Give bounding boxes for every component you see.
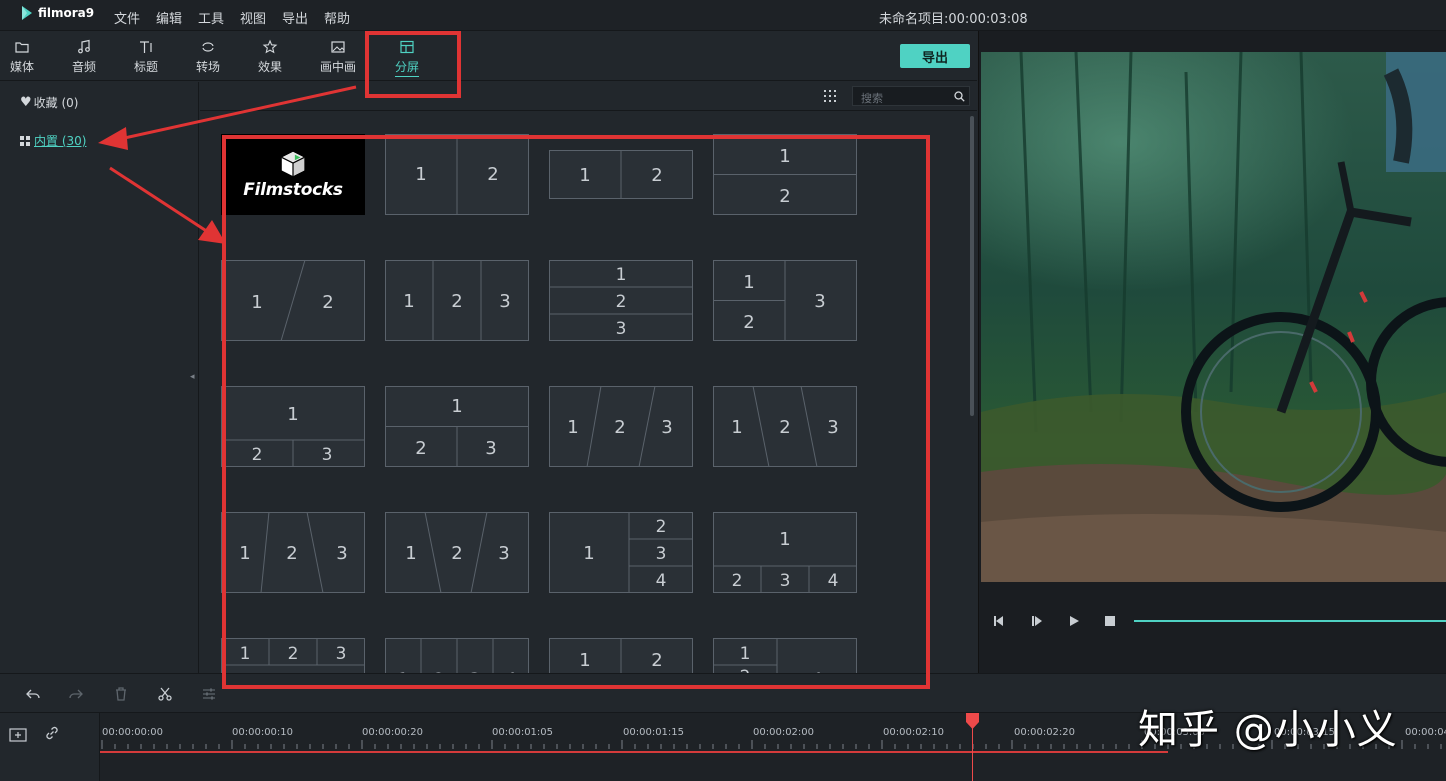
tab-pip[interactable]: 画中画 xyxy=(313,39,363,75)
watermark-text: 知乎 @小小义 xyxy=(1138,707,1398,753)
sidebar-item-favorites-label: 收藏 (0) xyxy=(33,96,79,110)
effects-icon xyxy=(262,39,278,54)
tab-audio-label: 音频 xyxy=(71,60,96,74)
menu-bar: filmora9 文件 编辑 工具 视图 导出 帮助 未命名项目:00:00:0… xyxy=(0,0,1446,31)
playhead-line[interactable] xyxy=(972,722,973,781)
playback-progress-bar[interactable] xyxy=(1134,620,1446,622)
library-toolbar: 媒体 音频 标题 转场 效果 画中画 分屏 导出 xyxy=(0,31,977,81)
timeline-clip-bar[interactable] xyxy=(100,751,1168,753)
playhead-marker-icon[interactable] xyxy=(965,713,980,729)
timecode-label: 00:00:00:10 xyxy=(232,727,294,738)
timecode-label: 00:00:02:20 xyxy=(1014,727,1076,738)
menu-export[interactable]: 导出 xyxy=(282,8,308,27)
filmora-logo-icon xyxy=(22,6,32,20)
app-logo-text: filmora9 xyxy=(38,6,95,20)
timecode-label: 00:00:00:00 xyxy=(102,727,164,738)
search-icon[interactable] xyxy=(954,91,965,102)
grid-small-icon xyxy=(20,135,30,146)
music-note-icon xyxy=(78,39,90,54)
timeline-track-header xyxy=(0,713,100,781)
search-input[interactable] xyxy=(853,89,943,108)
add-track-icon[interactable] xyxy=(9,726,27,742)
next-frame-icon[interactable] xyxy=(1030,614,1044,628)
heart-icon: ♥ xyxy=(20,95,32,110)
sidebar-item-builtin-label: 内置 (30) xyxy=(34,134,87,148)
tab-titles[interactable]: 标题 xyxy=(121,39,171,75)
annotation-box-templates xyxy=(222,135,930,689)
text-icon xyxy=(140,41,152,53)
tab-effects-label: 效果 xyxy=(257,60,282,74)
search-box xyxy=(852,86,970,108)
tab-effects[interactable]: 效果 xyxy=(245,39,295,75)
previous-frame-icon[interactable] xyxy=(992,614,1006,628)
timecode-label: 00:00:02:10 xyxy=(883,727,945,738)
stop-icon[interactable] xyxy=(1103,614,1117,628)
cut-icon[interactable] xyxy=(157,686,173,702)
tab-media-label: 媒体 xyxy=(9,60,34,74)
timecode-label: 00:00:00:20 xyxy=(362,727,424,738)
menu-view[interactable]: 视图 xyxy=(240,8,266,27)
tab-titles-label: 标题 xyxy=(133,60,158,74)
bike-scene-image xyxy=(981,52,1446,582)
adjust-icon[interactable] xyxy=(201,686,217,702)
link-icon[interactable] xyxy=(44,725,60,741)
library-scrollbar[interactable] xyxy=(970,116,974,416)
timecode-label: 00:00:01:05 xyxy=(492,727,554,738)
undo-icon[interactable] xyxy=(25,686,41,702)
export-button[interactable]: 导出 xyxy=(900,44,970,68)
tab-transitions-label: 转场 xyxy=(195,60,220,74)
delete-icon[interactable] xyxy=(113,686,129,702)
folder-icon xyxy=(15,42,29,53)
menu-tools[interactable]: 工具 xyxy=(198,8,224,27)
grid-view-icon[interactable] xyxy=(823,89,837,103)
picture-in-picture-icon xyxy=(331,41,345,53)
tab-transitions[interactable]: 转场 xyxy=(183,39,233,75)
project-title: 未命名项目:00:00:03:08 xyxy=(879,12,1028,27)
menu-file[interactable]: 文件 xyxy=(114,8,140,27)
library-header xyxy=(200,82,977,111)
annotation-box-split-tab xyxy=(365,31,461,98)
timecode-label: 00:00:01:15 xyxy=(623,727,685,738)
playback-controls xyxy=(979,606,1446,636)
play-icon[interactable] xyxy=(1067,614,1081,628)
timecode-label: 00:00:02:00 xyxy=(753,727,815,738)
timecode-label: 00:00:04 xyxy=(1405,727,1446,738)
preview-panel xyxy=(978,31,1446,673)
sidebar-item-builtin[interactable]: 内置 (30) xyxy=(20,132,86,149)
tab-pip-label: 画中画 xyxy=(319,60,356,74)
sidebar-item-favorites[interactable]: ♥ 收藏 (0) xyxy=(20,94,78,111)
collapse-panel-icon[interactable]: ◂ xyxy=(190,372,195,382)
tab-media[interactable]: 媒体 xyxy=(0,39,47,75)
filmora-window: filmora9 文件 编辑 工具 视图 导出 帮助 未命名项目:00:00:0… xyxy=(0,0,1446,781)
app-logo: filmora9 xyxy=(20,5,94,21)
redo-icon[interactable] xyxy=(68,686,84,702)
preview-video-frame xyxy=(981,52,1446,582)
menu-help[interactable]: 帮助 xyxy=(324,8,350,27)
menu-edit[interactable]: 编辑 xyxy=(156,8,182,27)
transition-icon xyxy=(202,42,214,52)
tab-audio[interactable]: 音频 xyxy=(59,39,109,75)
category-sidebar: ♥ 收藏 (0) 内置 (30) ◂ xyxy=(0,82,199,673)
